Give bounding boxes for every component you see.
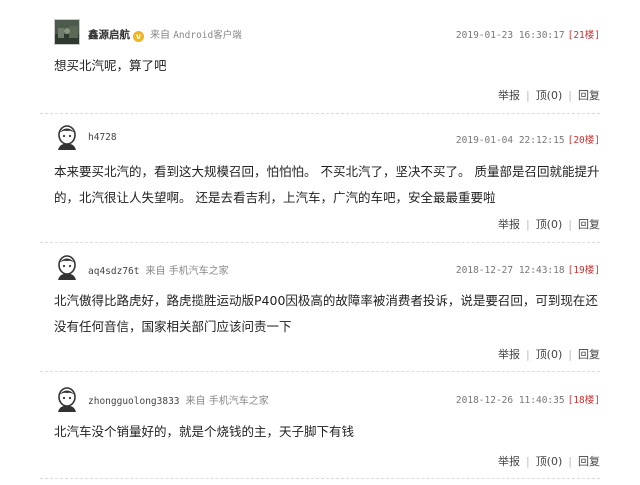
report-button[interactable]: 举报 — [498, 218, 520, 231]
report-button[interactable]: 举报 — [498, 89, 520, 102]
comment-actions: 举报 | 顶(0) | 回复 — [497, 218, 600, 231]
avatar-photo-icon — [55, 20, 79, 44]
comment-divider — [40, 242, 600, 243]
comment-time: 2018-12-26 11:40:35 [18楼] — [456, 392, 600, 406]
comment-time: 2019-01-23 16:30:17 [21楼] — [456, 27, 600, 41]
reply-button[interactable]: 回复 — [578, 218, 600, 231]
source-device: 手机汽车之家 — [208, 396, 269, 407]
comment-actions: 举报 | 顶(0) | 回复 — [497, 89, 600, 102]
default-avatar-icon — [58, 255, 76, 280]
upvote-button[interactable]: 顶(0) — [536, 218, 563, 231]
default-avatar-icon — [58, 387, 76, 412]
floor-number: [21楼] — [567, 30, 600, 41]
reply-button[interactable]: 回复 — [578, 89, 600, 102]
comment-divider — [40, 371, 600, 372]
comment-meta: h4728 — [88, 132, 117, 143]
comment-divider — [40, 113, 600, 114]
v-badge-icon: v — [133, 31, 144, 42]
timestamp: 2018-12-26 11:40:35 — [455, 395, 565, 406]
default-avatar-icon — [58, 125, 76, 150]
floor-number: [20楼] — [567, 135, 600, 146]
username[interactable]: aq4sdz76t — [88, 266, 139, 277]
username[interactable]: h4728 — [88, 132, 117, 143]
upvote-button[interactable]: 顶(0) — [536, 89, 563, 102]
comment-actions: 举报 | 顶(0) | 回复 — [497, 455, 600, 468]
user-avatar[interactable] — [54, 124, 80, 150]
user-avatar[interactable] — [54, 19, 80, 45]
source-prefix: 来自 — [145, 266, 166, 277]
username[interactable]: zhongguolong3833 — [88, 396, 180, 407]
source-device: 手机汽车之家 — [168, 266, 229, 277]
username[interactable]: 鑫源启航 — [88, 29, 130, 41]
source-prefix: 来自 — [185, 396, 206, 407]
comment-text: 想买北汽呢，算了吧 — [54, 58, 167, 73]
comment-time: 2018-12-27 12:43:18 [19楼] — [456, 262, 600, 276]
source-prefix: 来自 — [150, 30, 170, 41]
upvote-button[interactable]: 顶(0) — [536, 348, 563, 361]
user-avatar[interactable] — [54, 254, 80, 280]
report-button[interactable]: 举报 — [498, 455, 520, 468]
upvote-button[interactable]: 顶(0) — [536, 455, 563, 468]
timestamp: 2018-12-27 12:43:18 — [455, 265, 565, 276]
user-avatar[interactable] — [54, 386, 80, 412]
source-device: Android客户端 — [173, 30, 242, 41]
comment-time: 2019-01-04 22:12:15 [20楼] — [456, 132, 600, 146]
comment-text: 北汽傲得比路虎好，路虎揽胜运动版P400因极高的故障率被消费者投诉，说是要召回，… — [54, 293, 598, 334]
comment-actions: 举报 | 顶(0) | 回复 — [497, 348, 600, 361]
comment-text: 北汽车没个销量好的，就是个烧钱的主，天子脚下有钱 — [54, 424, 355, 439]
floor-number: [18楼] — [567, 395, 600, 406]
timestamp: 2019-01-04 22:12:15 — [455, 135, 565, 146]
report-button[interactable]: 举报 — [498, 348, 520, 361]
floor-number: [19楼] — [567, 265, 600, 276]
comment-divider — [40, 478, 600, 479]
reply-button[interactable]: 回复 — [578, 455, 600, 468]
comment-meta: aq4sdz76t 来自 手机汽车之家 — [88, 262, 229, 277]
comment-text: 本来要买北汽的，看到这大规模召回，怕怕怕。 不买北汽了，坚决不买了。 质量部是召… — [54, 164, 600, 205]
comment-meta: zhongguolong3833 来自 手机汽车之家 — [88, 392, 269, 407]
comment-meta: 鑫源启航 v 来自 Android客户端 — [88, 26, 242, 42]
reply-button[interactable]: 回复 — [578, 348, 600, 361]
timestamp: 2019-01-23 16:30:17 — [455, 30, 565, 41]
